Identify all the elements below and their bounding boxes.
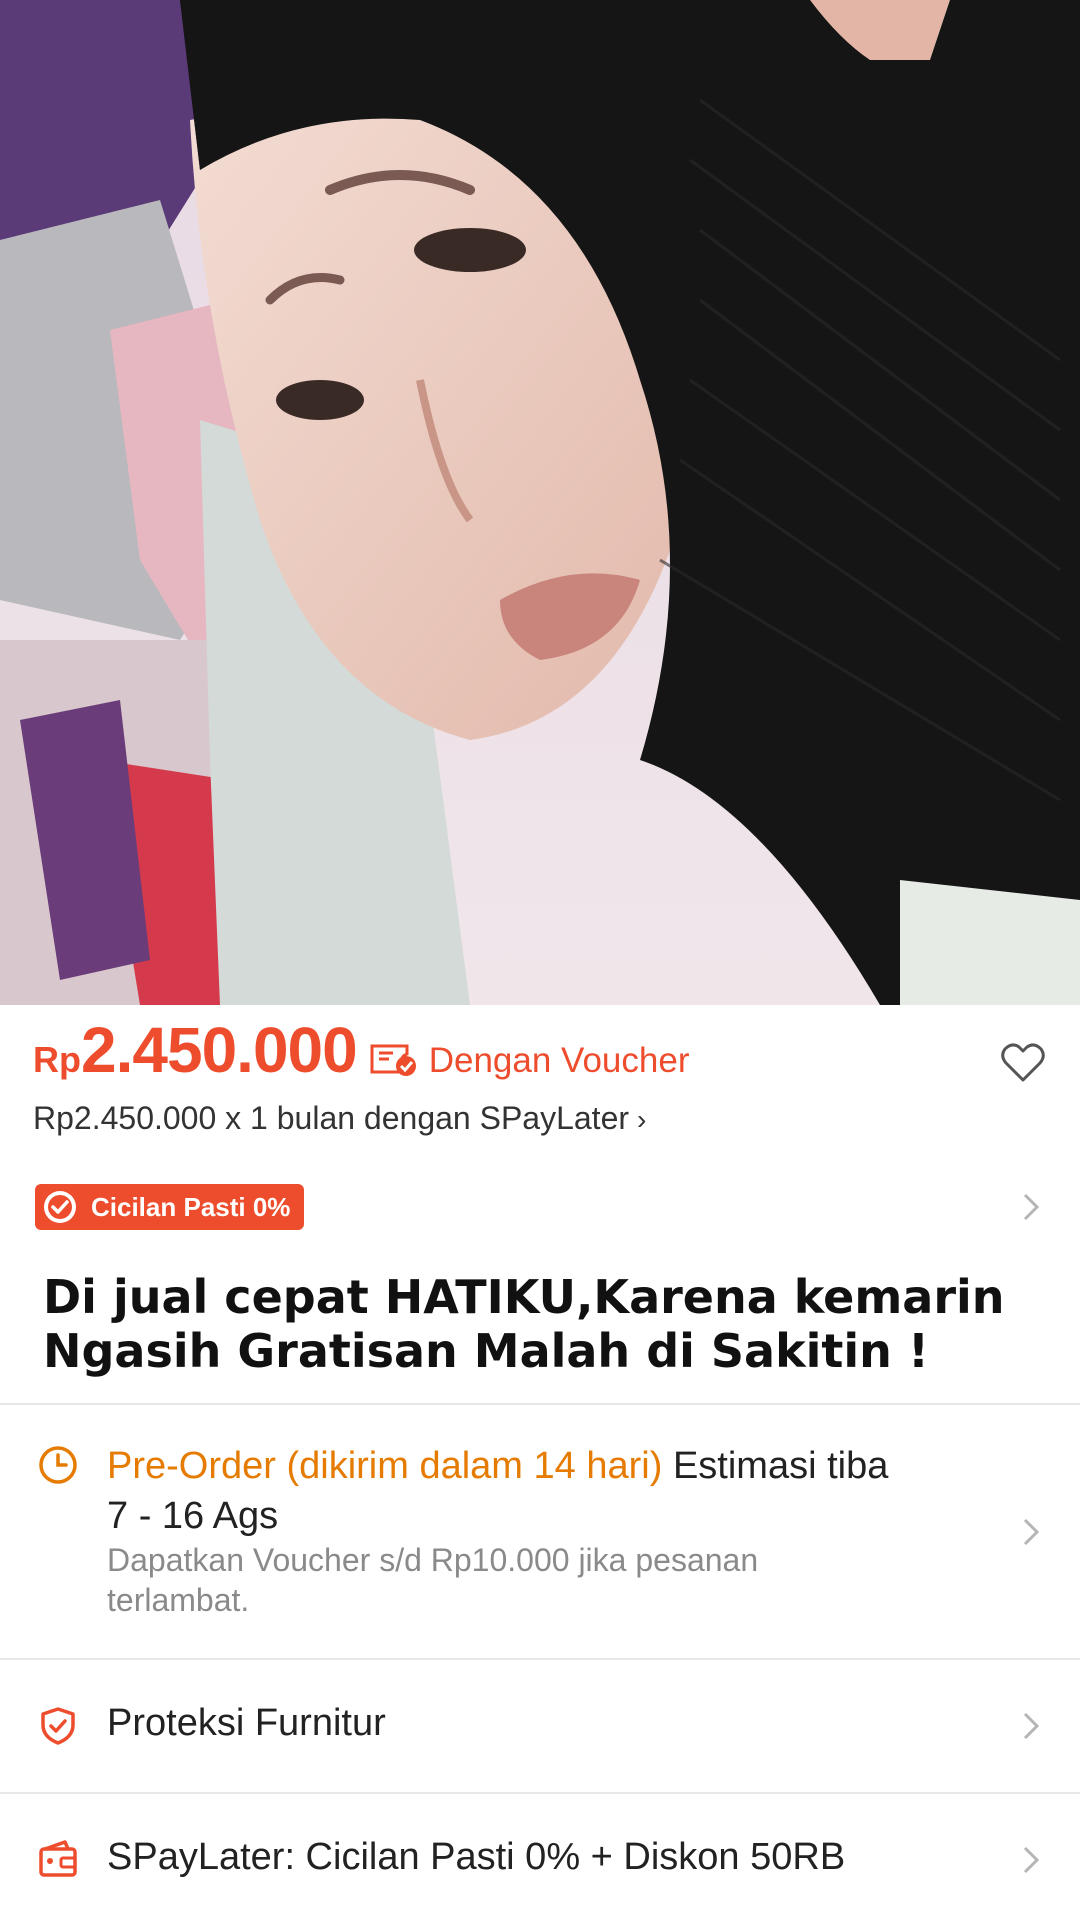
preorder-line: Pre-Order (dikirim dalam 14 hari) Estima… (107, 1442, 1007, 1490)
product-photo[interactable] (0, 0, 1080, 1005)
spaylater-label: SPayLater: Cicilan Pasti 0% + Diskon 50R… (107, 1836, 846, 1878)
product-title: Di jual cepat HATIKU,Karena kemarin Ngas… (43, 1270, 1005, 1378)
divider (0, 1403, 1080, 1405)
preorder-label: Pre-Order (dikirim dalam 14 hari) (107, 1445, 663, 1487)
estimate-dates: 7 - 16 Ags (107, 1495, 279, 1537)
price-amount: 2.450.000 (81, 1014, 358, 1086)
chevron-right-icon (1023, 1846, 1039, 1874)
heart-icon[interactable] (1000, 1042, 1046, 1084)
voucher-label[interactable]: Dengan Voucher (429, 1041, 690, 1081)
chevron-right-icon (1023, 1712, 1039, 1740)
cicilan-badge[interactable]: Cicilan Pasti 0% (35, 1184, 305, 1230)
price-line: Rp 2.450.000 Dengan Voucher (33, 1013, 689, 1087)
clock-icon (39, 1446, 77, 1484)
protection-label: Proteksi Furnitur (107, 1702, 386, 1744)
divider (0, 1658, 1080, 1660)
divider (0, 1792, 1080, 1794)
chevron-right-icon: › (637, 1104, 647, 1135)
estimate-prefix: Estimasi tiba (672, 1445, 889, 1487)
voucher-note: Dapatkan Voucher s/d Rp10.000 jika pesan… (107, 1542, 759, 1618)
chevron-right-icon (1023, 1518, 1039, 1546)
badge-label: Cicilan Pasti 0% (91, 1191, 291, 1222)
paylater-text: Rp2.450.000 x 1 bulan dengan SPayLater (33, 1100, 630, 1136)
price-currency: Rp (33, 1039, 81, 1080)
ticket-icon (369, 1042, 417, 1076)
paylater-link[interactable]: Rp2.450.000 x 1 bulan dengan SPayLater › (33, 1100, 646, 1137)
check-badge-icon (44, 1191, 76, 1223)
shield-icon (41, 1707, 75, 1745)
chevron-right-icon[interactable] (1023, 1193, 1039, 1221)
wallet-icon (39, 1840, 77, 1877)
